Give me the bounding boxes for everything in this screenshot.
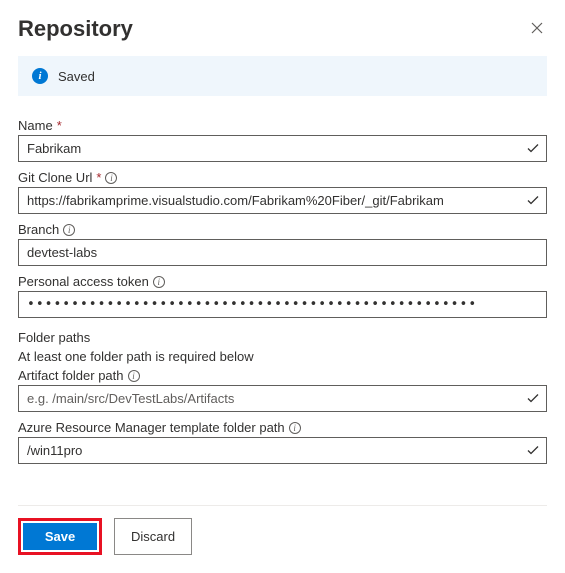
git-url-input[interactable] — [18, 187, 547, 214]
status-banner: i Saved — [18, 56, 547, 96]
help-icon[interactable]: i — [105, 172, 117, 184]
close-icon[interactable] — [527, 17, 547, 42]
branch-input[interactable] — [18, 239, 547, 266]
footer-actions: Save Discard — [18, 505, 547, 555]
pat-label: Personal access token i — [18, 274, 547, 289]
status-text: Saved — [58, 69, 95, 84]
panel-title: Repository — [18, 16, 133, 42]
help-icon[interactable]: i — [153, 276, 165, 288]
name-input[interactable] — [18, 135, 547, 162]
branch-label: Branch i — [18, 222, 547, 237]
git-url-label: Git Clone Url* i — [18, 170, 547, 185]
help-icon[interactable]: i — [289, 422, 301, 434]
help-icon[interactable]: i — [128, 370, 140, 382]
save-button[interactable]: Save — [23, 523, 97, 550]
folder-paths-heading: Folder paths — [18, 330, 547, 345]
save-highlight: Save — [18, 518, 102, 555]
pat-input[interactable]: ••••••••••••••••••••••••••••••••••••••••… — [18, 291, 547, 318]
artifact-path-input[interactable] — [18, 385, 547, 412]
arm-path-input[interactable] — [18, 437, 547, 464]
folder-paths-hint: At least one folder path is required bel… — [18, 349, 547, 364]
discard-button[interactable]: Discard — [114, 518, 192, 555]
artifact-path-label: Artifact folder path i — [18, 368, 547, 383]
name-label: Name* — [18, 118, 547, 133]
info-icon: i — [32, 68, 48, 84]
arm-path-label: Azure Resource Manager template folder p… — [18, 420, 547, 435]
help-icon[interactable]: i — [63, 224, 75, 236]
